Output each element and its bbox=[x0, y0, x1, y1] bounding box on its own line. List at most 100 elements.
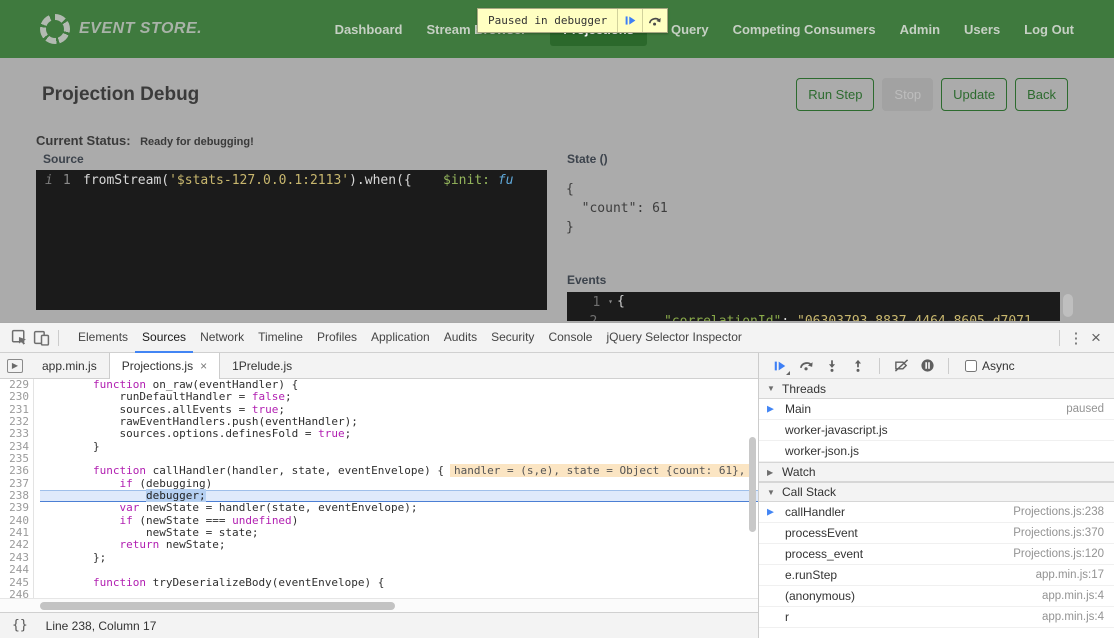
nav-items: Dashboard Stream Browser Projections Que… bbox=[335, 13, 1074, 46]
sources-status-bar: {} Line 238, Column 17 bbox=[0, 612, 758, 638]
step-into-button[interactable] bbox=[821, 356, 843, 376]
disclosure-triangle-icon[interactable]: ▼ bbox=[767, 488, 776, 497]
code-vertical-scrollbar[interactable] bbox=[749, 437, 756, 532]
line-number[interactable]: 244 bbox=[0, 564, 29, 576]
line-number[interactable]: 236 bbox=[0, 465, 29, 477]
devtools-tab-jquery-selector-inspector[interactable]: jQuery Selector Inspector bbox=[599, 323, 748, 353]
code-line[interactable]: }; bbox=[40, 552, 758, 564]
step-out-button[interactable] bbox=[847, 356, 869, 376]
code-horizontal-scrollbar[interactable] bbox=[40, 602, 395, 610]
line-number-gutter[interactable]: 2292302312322332342352362372382392402412… bbox=[0, 379, 34, 598]
code-line[interactable]: sources.options.definesFold = true; bbox=[40, 428, 758, 440]
code-lines[interactable]: function on_raw(eventHandler) { runDefau… bbox=[34, 379, 758, 598]
resume-button[interactable] bbox=[769, 356, 791, 376]
nav-item-competing-consumers[interactable]: Competing Consumers bbox=[733, 22, 876, 37]
line-number[interactable]: 230 bbox=[0, 391, 29, 403]
code-line[interactable] bbox=[40, 589, 758, 598]
call-stack-frame[interactable]: e.runStep app.min.js:17 bbox=[759, 565, 1114, 586]
step-over-icon bbox=[799, 358, 814, 373]
step-over-banner-button[interactable] bbox=[642, 9, 667, 32]
nav-item-users[interactable]: Users bbox=[964, 22, 1000, 37]
nav-item-admin[interactable]: Admin bbox=[900, 22, 940, 37]
call-stack-frame[interactable]: process_event Projections.js:120 bbox=[759, 544, 1114, 565]
code-line[interactable]: return newState; bbox=[40, 539, 758, 551]
events-line2-text: "correlationId": "06303793-8837-4464-860… bbox=[617, 312, 1032, 321]
source-line-number: 1 bbox=[63, 170, 71, 192]
fold-marker-icon[interactable]: ▾ bbox=[608, 297, 613, 306]
code-line[interactable]: function tryDeserializeBody(eventEnvelop… bbox=[40, 577, 758, 589]
events-line1-text: { bbox=[617, 292, 625, 312]
pause-on-exceptions-button[interactable] bbox=[916, 356, 938, 376]
update-button[interactable]: Update bbox=[941, 78, 1007, 111]
file-tab-app-min-js[interactable]: app.min.js bbox=[30, 353, 109, 378]
current-thread-arrow-icon: ▶ bbox=[767, 404, 774, 415]
info-marker-icon: i bbox=[45, 170, 53, 192]
call-stack-frame[interactable]: processEvent Projections.js:370 bbox=[759, 523, 1114, 544]
nav-item-dashboard[interactable]: Dashboard bbox=[335, 22, 403, 37]
devtools-toolbar-right: ⋮ × bbox=[1053, 328, 1106, 348]
thread-row-main[interactable]: ▶ Main paused bbox=[759, 399, 1114, 420]
device-toolbar-icon[interactable] bbox=[30, 327, 52, 349]
file-tabs: ▶ app.min.js Projections.js× 1Prelude.js bbox=[0, 353, 758, 379]
call-stack-frame[interactable]: r app.min.js:4 bbox=[759, 607, 1114, 628]
deactivate-breakpoints-button[interactable] bbox=[890, 356, 912, 376]
call-stack-section-header[interactable]: ▼ Call Stack bbox=[759, 482, 1114, 502]
events-gutter[interactable]: 1 ▾ bbox=[567, 292, 617, 312]
watch-section-header[interactable]: ▶ Watch bbox=[759, 462, 1114, 482]
paused-message: Paused in debugger bbox=[478, 9, 617, 32]
close-tab-icon[interactable]: × bbox=[200, 359, 207, 373]
frame-function: e.runStep bbox=[785, 568, 837, 582]
events-editor[interactable]: 1 ▾ { 2 "correlationId": "06303793-8837-… bbox=[567, 292, 1060, 321]
async-checkbox[interactable] bbox=[965, 360, 977, 372]
pretty-print-icon[interactable]: {} bbox=[12, 618, 28, 633]
line-number[interactable]: 245 bbox=[0, 577, 29, 589]
source-gutter[interactable]: i1 bbox=[36, 170, 83, 192]
code-editor[interactable]: 2292302312322332342352362372382392402412… bbox=[0, 379, 758, 598]
devtools-tab-timeline[interactable]: Timeline bbox=[251, 323, 310, 353]
frame-location: app.min.js:17 bbox=[1036, 569, 1104, 581]
line-number[interactable]: 239 bbox=[0, 502, 29, 514]
step-over-button[interactable] bbox=[795, 356, 817, 376]
nav-item-query[interactable]: Query bbox=[671, 22, 709, 37]
code-line[interactable]: } bbox=[40, 441, 758, 453]
screen: EVENT STORE. Dashboard Stream Browser Pr… bbox=[0, 0, 1114, 638]
call-stack-frame-partial[interactable] bbox=[759, 628, 1114, 637]
disclosure-triangle-icon[interactable]: ▶ bbox=[767, 468, 776, 477]
thread-row-worker-json[interactable]: worker-json.js bbox=[759, 441, 1114, 462]
nav-item-log-out[interactable]: Log Out bbox=[1024, 22, 1074, 37]
threads-section-header[interactable]: ▼ Threads bbox=[759, 379, 1114, 399]
devtools-tab-audits[interactable]: Audits bbox=[437, 323, 484, 353]
header-buttons: Run Step Stop Update Back bbox=[796, 78, 1068, 111]
devtools-tab-profiles[interactable]: Profiles bbox=[310, 323, 364, 353]
inspect-element-icon[interactable] bbox=[8, 327, 30, 349]
debugger-sidebar: Async ▼ Threads ▶ Main paused worker-jav… bbox=[759, 353, 1114, 638]
overflow-menu-icon[interactable]: ⋮ bbox=[1066, 329, 1086, 347]
call-stack-frame[interactable]: ▶ callHandler Projections.js:238 bbox=[759, 502, 1114, 523]
devtools-tab-security[interactable]: Security bbox=[484, 323, 541, 353]
devtools-tab-network[interactable]: Network bbox=[193, 323, 251, 353]
file-tab-1prelude-js[interactable]: 1Prelude.js bbox=[220, 353, 304, 378]
run-step-button[interactable]: Run Step bbox=[796, 78, 874, 111]
call-stack-frame[interactable]: (anonymous) app.min.js:4 bbox=[759, 586, 1114, 607]
source-editor[interactable]: i1 fromStream('$stats-127.0.0.1:2113').w… bbox=[36, 170, 547, 310]
file-tab-projections-js[interactable]: Projections.js× bbox=[109, 353, 220, 379]
resume-script-button[interactable] bbox=[617, 9, 642, 32]
devtools-tab-sources[interactable]: Sources bbox=[135, 323, 193, 353]
disclosure-triangle-icon[interactable]: ▼ bbox=[767, 384, 776, 393]
thread-row-worker-javascript[interactable]: worker-javascript.js bbox=[759, 420, 1114, 441]
devtools-tab-elements[interactable]: Elements bbox=[71, 323, 135, 353]
events-vertical-scrollbar[interactable] bbox=[1063, 294, 1073, 317]
devtools-tab-application[interactable]: Application bbox=[364, 323, 437, 353]
close-devtools-icon[interactable]: × bbox=[1086, 328, 1106, 348]
line-number[interactable]: 246 bbox=[0, 589, 29, 598]
back-button[interactable]: Back bbox=[1015, 78, 1068, 111]
current-status: Current Status: Ready for debugging! bbox=[36, 132, 254, 150]
eventstore-brand[interactable]: EVENT STORE. bbox=[40, 14, 202, 44]
show-navigator-button[interactable]: ▶ bbox=[0, 353, 30, 378]
line-number[interactable]: 242 bbox=[0, 539, 29, 551]
code-horizontal-scrollbar-track[interactable] bbox=[0, 598, 758, 612]
paused-in-debugger-banner: Paused in debugger bbox=[477, 8, 668, 33]
devtools-tab-console[interactable]: Console bbox=[541, 323, 599, 353]
line-number[interactable]: 233 bbox=[0, 428, 29, 440]
events-gutter-2[interactable]: 2 bbox=[567, 312, 617, 321]
